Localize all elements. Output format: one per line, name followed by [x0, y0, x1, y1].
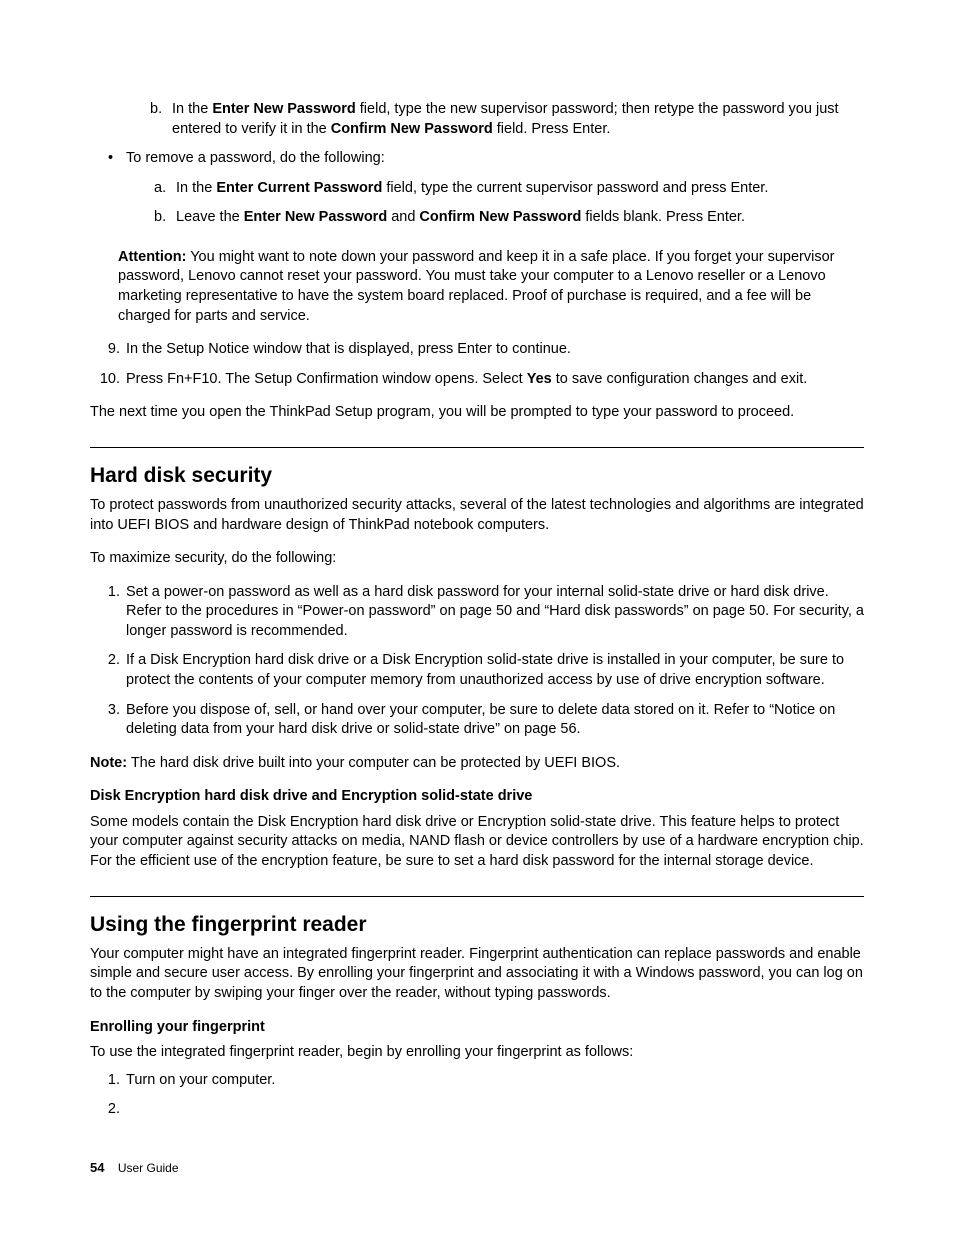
body-text: Your computer might have an integrated f… [90, 945, 864, 1004]
list-marker: b. [154, 208, 176, 228]
bullet-marker: • [108, 149, 126, 238]
page-number: 54 [90, 1160, 104, 1175]
body-text: The next time you open the ThinkPad Setu… [90, 403, 864, 423]
substep-text: In the Enter New Password field, type th… [172, 100, 864, 139]
bullet-content: To remove a password, do the following: … [126, 149, 768, 238]
attention-text: Attention: You might want to note down y… [118, 248, 864, 326]
list-marker: 1. [94, 1071, 126, 1091]
document-page: b. In the Enter New Password field, type… [0, 0, 954, 1235]
substep-a: a. In the Enter Current Password field, … [154, 179, 768, 199]
list-marker: 1. [94, 583, 126, 642]
footer-title: User Guide [118, 1161, 179, 1175]
body-text: To protect passwords from unauthorized s… [90, 496, 864, 535]
section-heading-fingerprint: Using the fingerprint reader [90, 903, 864, 939]
list-marker: 3. [94, 701, 126, 740]
list-item: 1. Set a power-on password as well as a … [94, 583, 864, 642]
list-marker: 10. [94, 370, 126, 390]
note-text: Note: The hard disk drive built into you… [90, 754, 864, 774]
step-text: In the Setup Notice window that is displ… [126, 340, 571, 360]
list-item: 2. If a Disk Encryption hard disk drive … [94, 651, 864, 690]
numbered-list: 1. Set a power-on password as well as a … [90, 583, 864, 740]
list-marker: 2. [94, 651, 126, 690]
body-text: Some models contain the Disk Encryption … [90, 813, 864, 872]
list-item: 3. Before you dispose of, sell, or hand … [94, 701, 864, 740]
list-item: 1. Turn on your computer. [94, 1071, 864, 1091]
page-footer: 54 User Guide [90, 1159, 179, 1177]
list-marker: 9. [94, 340, 126, 360]
substep-list: b. In the Enter New Password field, type… [90, 100, 864, 139]
list-item: 2. [94, 1100, 864, 1120]
substep-text: Leave the Enter New Password and Confirm… [176, 208, 745, 228]
substep-text: In the Enter Current Password field, typ… [176, 179, 768, 199]
body-text: To maximize security, do the following: [90, 549, 864, 569]
list-text: If a Disk Encryption hard disk drive or … [126, 651, 864, 690]
section-divider [90, 447, 864, 448]
list-text: Set a power-on password as well as a har… [126, 583, 864, 642]
substep-list: a. In the Enter Current Password field, … [126, 179, 768, 228]
step-10: 10. Press Fn+F10. The Setup Confirmation… [94, 370, 864, 390]
step-text: Press Fn+F10. The Setup Confirmation win… [126, 370, 807, 390]
list-text: Before you dispose of, sell, or hand ove… [126, 701, 864, 740]
list-marker: b. [150, 100, 172, 139]
substep-b: b. In the Enter New Password field, type… [150, 100, 864, 139]
step-9: 9. In the Setup Notice window that is di… [94, 340, 864, 360]
bullet-text: To remove a password, do the following: [126, 149, 768, 169]
body-text: To use the integrated fingerprint reader… [90, 1043, 864, 1063]
substep-b: b. Leave the Enter New Password and Conf… [154, 208, 768, 228]
numbered-list: 9. In the Setup Notice window that is di… [90, 340, 864, 389]
subheading-disk-encryption: Disk Encryption hard disk drive and Encr… [90, 787, 864, 807]
list-marker: 2. [94, 1100, 126, 1120]
numbered-list: 1. Turn on your computer. 2. [90, 1071, 864, 1120]
bullet-list: • To remove a password, do the following… [90, 149, 864, 238]
section-divider [90, 896, 864, 897]
section-heading-hard-disk: Hard disk security [90, 454, 864, 490]
bullet-item: • To remove a password, do the following… [108, 149, 864, 238]
list-text: Turn on your computer. [126, 1071, 275, 1091]
list-marker: a. [154, 179, 176, 199]
attention-note: Attention: You might want to note down y… [90, 248, 864, 326]
subheading-enrolling: Enrolling your fingerprint [90, 1018, 864, 1038]
